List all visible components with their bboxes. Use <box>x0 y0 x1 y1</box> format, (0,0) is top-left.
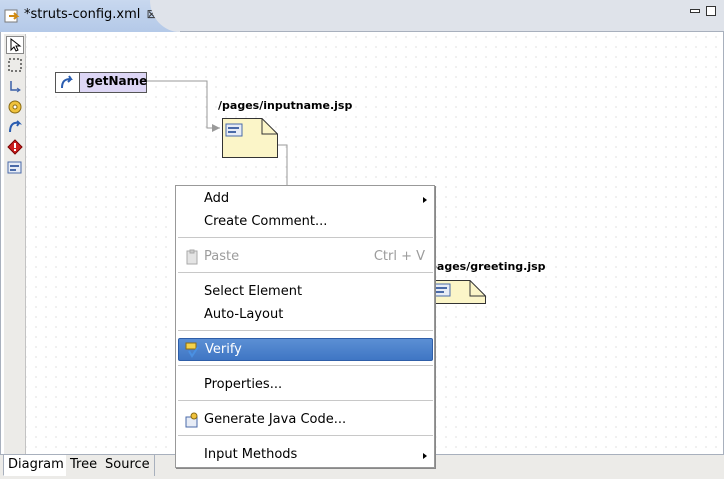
menu-item-label: Generate Java Code... <box>204 412 347 427</box>
connector-arrowhead <box>212 124 220 132</box>
connector-line <box>147 80 220 129</box>
connector-line <box>278 144 288 186</box>
menu-item-paste[interactable]: Paste Ctrl + V <box>178 246 433 268</box>
menu-item-select-element[interactable]: Select Element <box>178 281 433 303</box>
menu-item-properties[interactable]: Properties... <box>178 374 433 396</box>
menu-item-label: Verify <box>205 342 242 357</box>
clipboard-icon <box>186 249 198 265</box>
submenu-arrow-icon <box>423 453 427 459</box>
menu-item-label: Input Methods <box>204 447 298 462</box>
menu-item-label: Select Element <box>204 284 303 299</box>
page-node[interactable] <box>222 118 278 158</box>
menu-item-generate-java-code[interactable]: Generate Java Code... <box>178 409 433 431</box>
menu-separator <box>178 237 433 238</box>
menu-separator <box>178 330 433 331</box>
tab-source[interactable]: Source <box>101 455 155 476</box>
menu-item-label: Create Comment... <box>204 214 328 229</box>
menu-item-verify[interactable]: Verify <box>178 338 433 361</box>
tab-diagram[interactable]: Diagram <box>3 455 69 476</box>
action-name: getName <box>86 74 148 88</box>
menu-item-label: Properties... <box>204 377 283 392</box>
menu-separator <box>178 435 433 436</box>
menu-separator <box>178 272 433 273</box>
action-icon-box <box>56 73 80 92</box>
action-node[interactable]: getName <box>55 72 147 93</box>
page-node[interactable] <box>430 280 486 304</box>
menu-separator <box>178 400 433 401</box>
action-icon <box>61 75 73 89</box>
menu-item-add[interactable]: Add <box>178 188 433 210</box>
verify-check-icon <box>185 342 199 358</box>
menu-separator <box>178 365 433 366</box>
tab-tree[interactable]: Tree <box>66 455 103 476</box>
page-label: /pages/greeting.jsp <box>425 260 546 273</box>
context-menu: Add Create Comment... Paste Ctrl + V Sel… <box>175 185 435 468</box>
menu-item-create-comment[interactable]: Create Comment... <box>178 211 433 233</box>
submenu-arrow-icon <box>423 197 427 203</box>
menu-item-label: Add <box>204 191 230 206</box>
menu-item-label: Auto-Layout <box>204 307 284 322</box>
menu-item-input-methods[interactable]: Input Methods <box>178 444 433 466</box>
menu-item-label: Paste <box>204 249 240 264</box>
menu-item-shortcut: Ctrl + V <box>373 249 425 264</box>
generate-code-icon <box>185 412 198 428</box>
menu-item-auto-layout[interactable]: Auto-Layout <box>178 304 433 326</box>
page-label: /pages/inputname.jsp <box>218 99 353 112</box>
